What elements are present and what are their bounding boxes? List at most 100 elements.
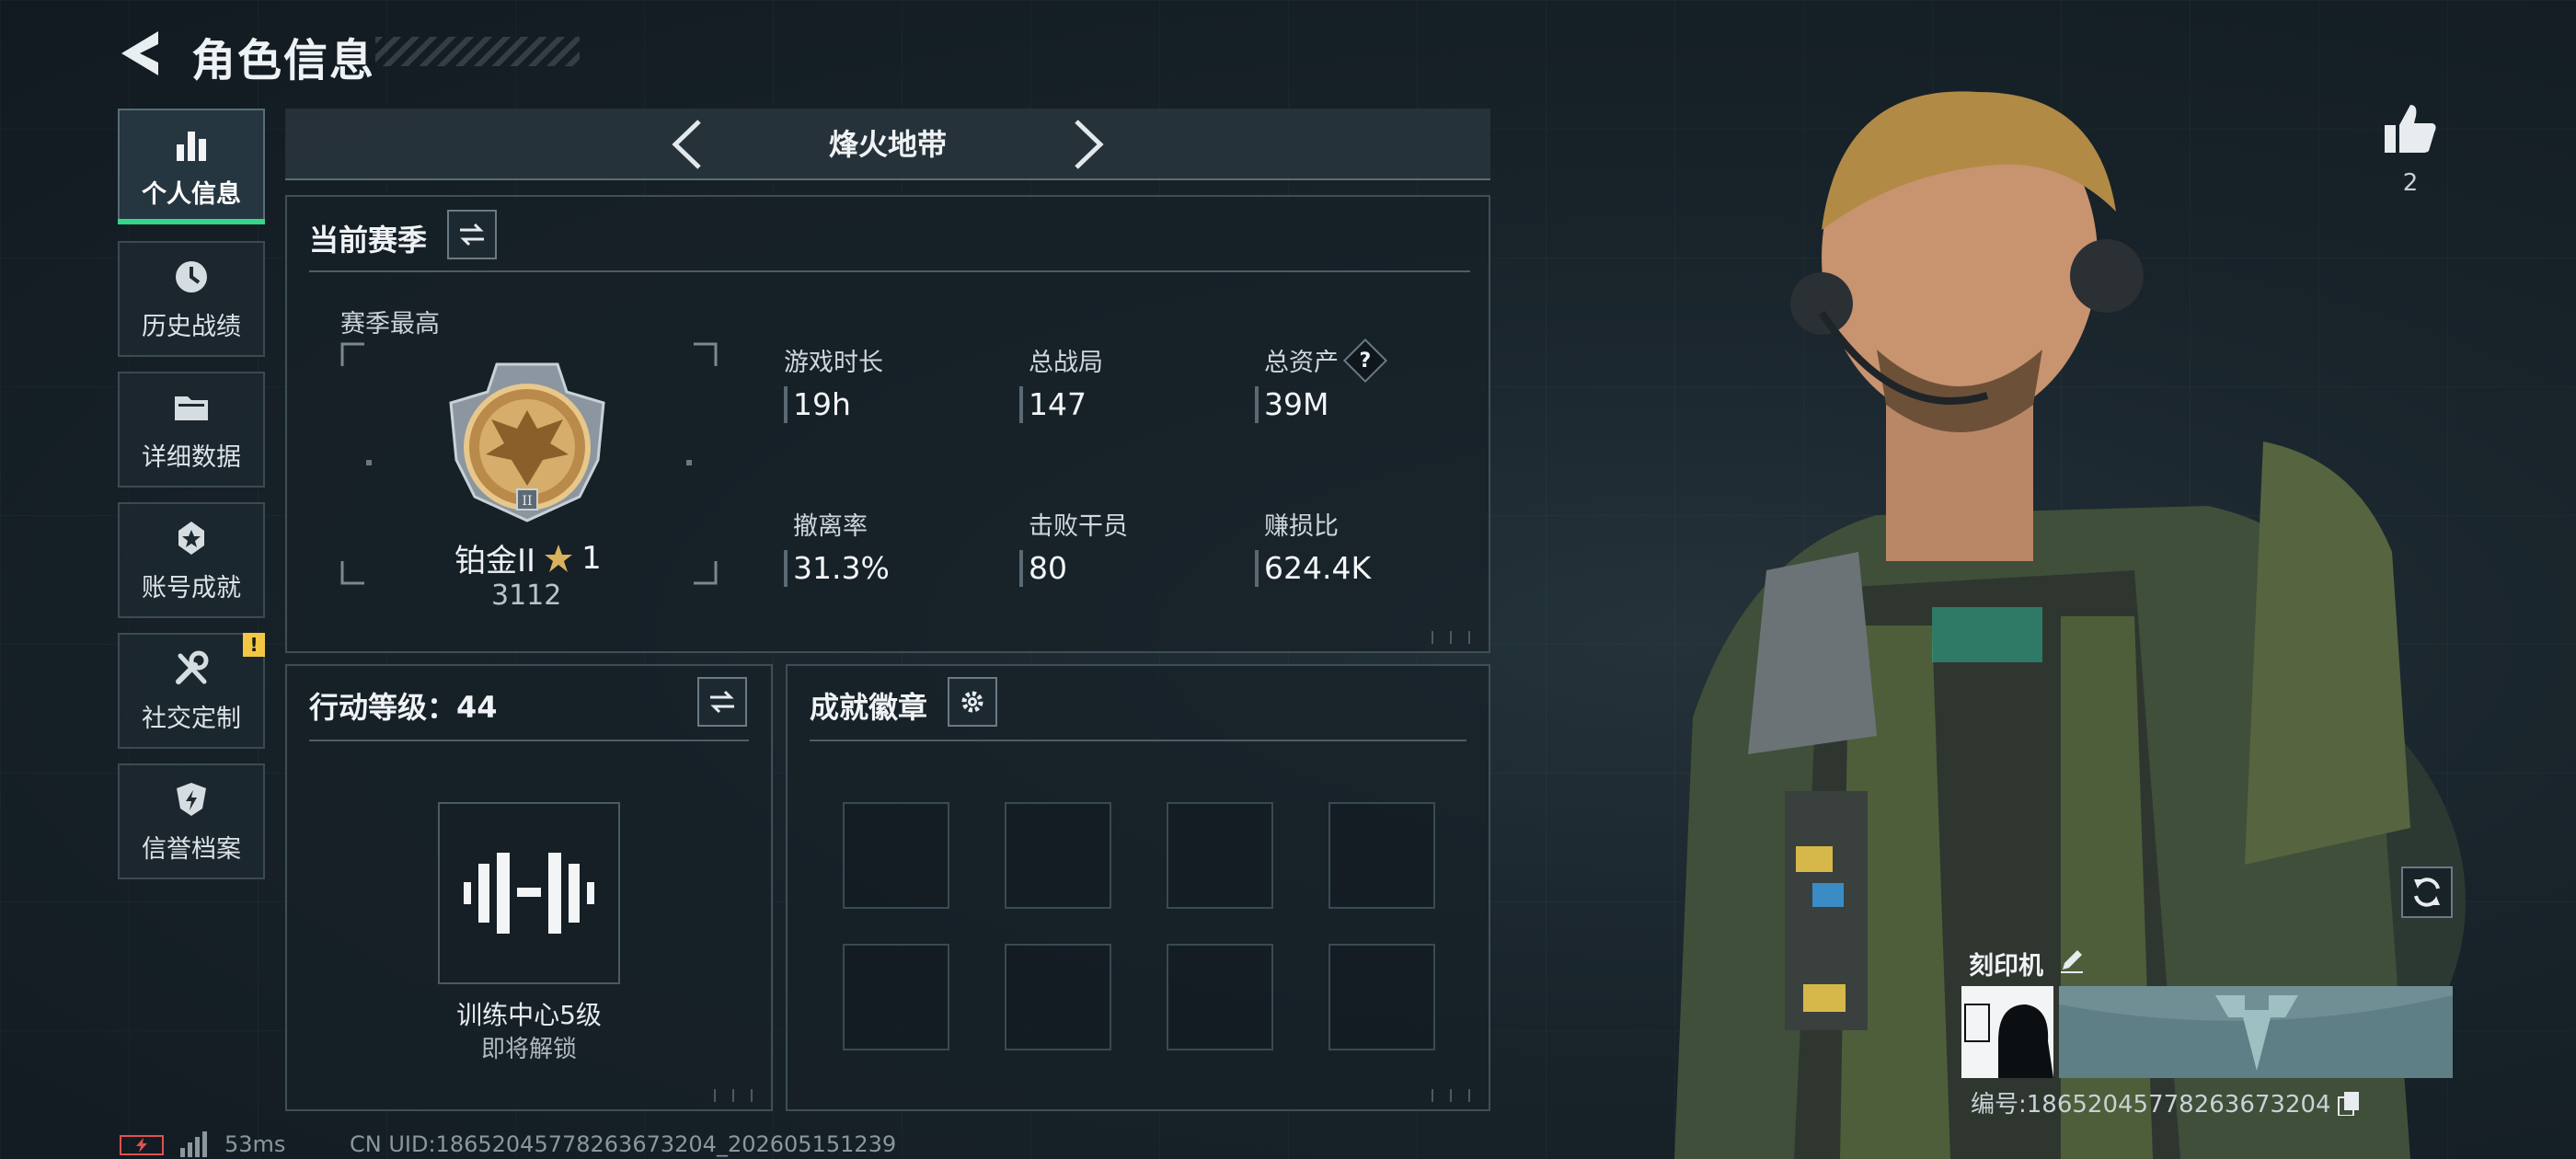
- action-level-divider: [309, 740, 749, 741]
- stat-label: 总战局: [1029, 349, 1103, 377]
- action-level-switch-button[interactable]: [697, 677, 747, 727]
- stat-value: 80: [1029, 550, 1067, 586]
- mode-prev-button[interactable]: [664, 116, 710, 173]
- sidebar-item-label: 社交定制: [142, 704, 241, 733]
- season-title: 当前赛季: [309, 223, 428, 258]
- chevron-right-icon: [1075, 120, 1104, 169]
- stat-label: 撤离率: [793, 512, 868, 541]
- notification-badge: !: [243, 633, 265, 657]
- imprint-portrait-thumb: [1961, 986, 2053, 1078]
- sidebar-item-detailed-data[interactable]: 详细数据: [118, 372, 265, 488]
- mode-next-button[interactable]: [1065, 116, 1111, 173]
- tools-icon: [176, 650, 209, 684]
- stat-bar: [1019, 550, 1023, 587]
- stat-label: 赚损比: [1264, 512, 1339, 541]
- sidebar-item-achievements[interactable]: 账号成就: [118, 502, 265, 618]
- refresh-icon: [2414, 878, 2440, 907]
- stat-bar: [784, 386, 788, 423]
- rotate-button[interactable]: [2401, 866, 2453, 918]
- rank-name: 铂金II: [454, 543, 536, 580]
- thumbs-up-icon: [2385, 105, 2436, 153]
- signal-icon: [180, 1131, 207, 1157]
- clock-icon: [176, 260, 207, 293]
- training-center-status: 即将解锁: [480, 1036, 577, 1063]
- season-best-label: 赛季最高: [340, 310, 440, 339]
- stat-value: 39M: [1264, 386, 1329, 422]
- rank-points: 3112: [491, 580, 562, 612]
- stat-label: 游戏时长: [784, 349, 883, 377]
- season-divider: [309, 270, 1470, 272]
- sidebar-item-label: 账号成就: [142, 573, 241, 602]
- achievements-settings-button[interactable]: [948, 677, 997, 727]
- stat-play-time: 游戏时长: [784, 342, 883, 378]
- back-button[interactable]: [118, 28, 164, 79]
- like-button[interactable]: [2381, 99, 2440, 158]
- training-center-name: 训练中心5级: [456, 1000, 602, 1030]
- achievement-slot[interactable]: [843, 802, 949, 909]
- help-icon: ?: [1359, 348, 1372, 372]
- swap-icon: [460, 223, 484, 247]
- imprint-banner: [2059, 986, 2453, 1078]
- stat-label: 击败干员: [1029, 512, 1128, 541]
- pencil-icon: [2061, 950, 2083, 973]
- achievement-slot[interactable]: [1005, 944, 1111, 1050]
- star-icon: [545, 544, 573, 572]
- imprint-label: 刻印机: [1969, 952, 2043, 981]
- folder-icon: [175, 396, 208, 420]
- sidebar-item-personal-info[interactable]: 个人信息: [118, 109, 265, 224]
- battery-icon: [120, 1135, 164, 1155]
- stat-extraction-rate: 撤离率: [793, 506, 868, 542]
- panel-corner-decoration: [708, 1089, 764, 1102]
- sidebar-item-social-custom[interactable]: 社交定制 !: [118, 633, 265, 749]
- season-switch-button[interactable]: [447, 210, 497, 259]
- like-count: 2: [2402, 169, 2419, 197]
- achievements-title: 成就徽章: [810, 690, 928, 725]
- mode-title: 烽火地带: [828, 127, 947, 162]
- stat-value: 19h: [793, 386, 851, 422]
- imprint-edit-button[interactable]: [2057, 946, 2087, 975]
- achievement-slot[interactable]: [1167, 944, 1273, 1050]
- panel-corner-decoration: [1426, 631, 1481, 644]
- achievement-slot[interactable]: [843, 944, 949, 1050]
- ping-value: 53ms: [224, 1131, 286, 1157]
- stat-total-matches: 总战局: [1029, 342, 1103, 378]
- achievements-divider: [810, 740, 1466, 741]
- achievement-slot[interactable]: [1328, 944, 1435, 1050]
- bar-chart-icon: [177, 131, 206, 161]
- stat-profit-loss-ratio: 赚损比: [1264, 506, 1339, 542]
- stat-bar: [1255, 550, 1259, 587]
- stat-label: 总资产: [1264, 349, 1339, 377]
- sidebar-item-label: 历史战绩: [142, 312, 241, 341]
- achievement-slot[interactable]: [1167, 802, 1273, 909]
- panel-corner-decoration: [1426, 1089, 1481, 1102]
- svg-text:II: II: [522, 494, 532, 509]
- imprint-serial-row: 编号:18652045778263673204: [1971, 1085, 2361, 1119]
- sidebar-item-label: 详细数据: [142, 442, 241, 472]
- stat-value: 147: [1029, 386, 1087, 422]
- sidebar-item-label: 个人信息: [142, 179, 241, 209]
- achievement-slot[interactable]: [1328, 802, 1435, 909]
- shield-icon: [177, 782, 206, 816]
- sidebar-item-reputation[interactable]: 信誉档案: [118, 763, 265, 879]
- silhouette-icon: [1964, 1004, 2053, 1078]
- help-button[interactable]: ?: [1342, 338, 1388, 383]
- achievement-badge-grid: [843, 802, 1435, 1050]
- achievement-slot[interactable]: [1005, 802, 1111, 909]
- uid-text: CN UID:18652045778263673204_202605151239: [350, 1131, 897, 1157]
- achievement-star-icon: [178, 521, 204, 555]
- stat-bar: [784, 550, 788, 587]
- rank-line: 铂金II 1: [454, 535, 602, 580]
- dumbbell-icon: [464, 853, 594, 934]
- copy-icon[interactable]: [2337, 1090, 2361, 1116]
- gear-icon: [961, 691, 983, 713]
- rank-emblem-icon: II: [449, 362, 605, 522]
- lightning-icon: [136, 1138, 147, 1153]
- title-decoration: [375, 37, 580, 66]
- back-arrow-icon: [121, 31, 158, 75]
- stat-value: 624.4K: [1264, 550, 1372, 586]
- chevron-left-icon: [672, 120, 701, 169]
- sidebar-item-history[interactable]: 历史战绩: [118, 241, 265, 357]
- training-center-tile[interactable]: [438, 802, 620, 984]
- swap-icon: [710, 690, 734, 714]
- imprint-serial: 编号:18652045778263673204: [1971, 1091, 2331, 1119]
